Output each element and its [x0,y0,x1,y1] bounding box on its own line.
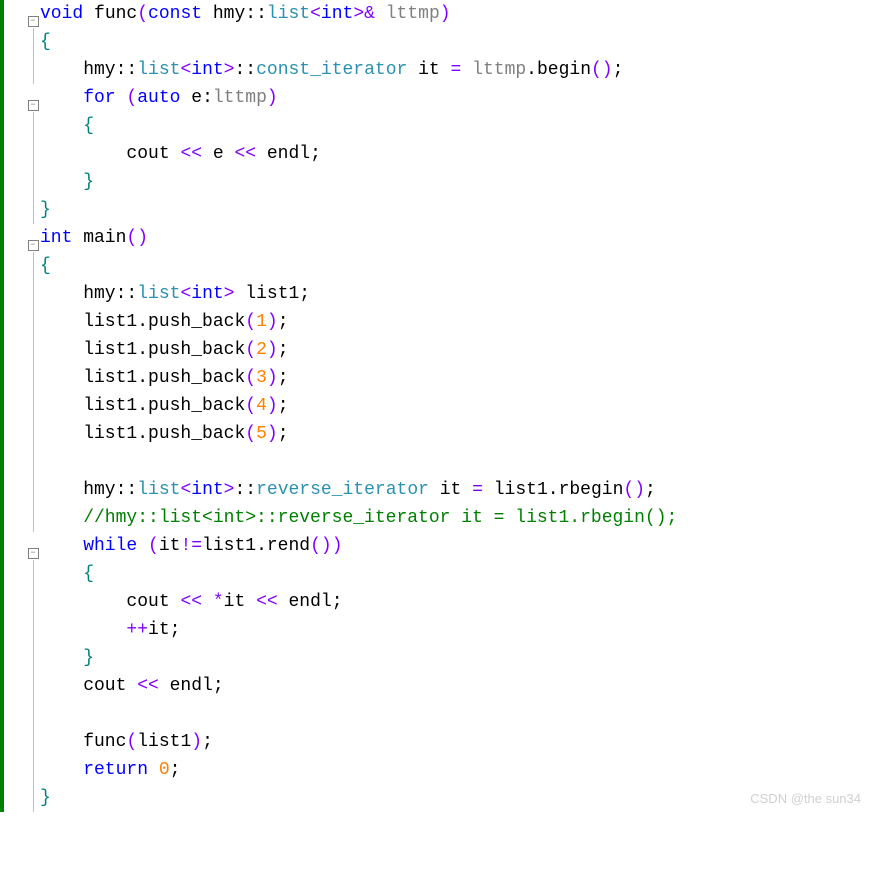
code-line[interactable]: hmy::list<int>::reverse_iterator it = li… [26,476,871,504]
code-line[interactable]: cout << e << endl; [26,140,871,168]
code-line[interactable]: list1.push_back(1); [26,308,871,336]
code-line[interactable]: { [26,112,871,140]
code-line[interactable]: ++it; [26,616,871,644]
code-line[interactable]: − while (it!=list1.rend()) [26,532,871,560]
fold-guide [33,56,34,84]
fold-guide [33,784,34,812]
fold-guide [33,448,34,476]
code-line[interactable]: hmy::list<int> list1; [26,280,871,308]
code-line[interactable]: cout << endl; [26,672,871,700]
code-line[interactable]: //hmy::list<int>::reverse_iterator it = … [26,504,871,532]
code-line[interactable]: } [26,168,871,196]
code-line[interactable]: list1.push_back(4); [26,392,871,420]
code-line[interactable]: } [26,644,871,672]
code-editor[interactable]: − void func(const hmy::list<int>& lttmp)… [0,0,871,812]
fold-guide [33,28,34,56]
fold-guide [33,364,34,392]
code-line[interactable]: cout << *it << endl; [26,588,871,616]
fold-guide [33,392,34,420]
fold-guide [33,616,34,644]
fold-guide [33,336,34,364]
code-line[interactable]: { [26,252,871,280]
fold-guide [33,476,34,504]
fold-toggle-icon[interactable]: − [28,548,39,559]
code-line[interactable] [26,448,871,476]
code-line[interactable]: } [26,784,871,812]
fold-guide [33,756,34,784]
code-line[interactable]: list1.push_back(3); [26,364,871,392]
code-line[interactable]: { [26,560,871,588]
watermark-text: CSDN @the sun34 [750,791,861,806]
fold-guide [33,672,34,700]
fold-guide [33,700,34,728]
comment: //hmy::list<int>::reverse_iterator it = … [40,508,677,528]
code-area[interactable]: − void func(const hmy::list<int>& lttmp)… [26,0,871,812]
code-line[interactable]: list1.push_back(5); [26,420,871,448]
code-line[interactable]: hmy::list<int>::const_iterator it = lttm… [26,56,871,84]
code-line[interactable]: return 0; [26,756,871,784]
fold-toggle-icon[interactable]: − [28,100,39,111]
fold-toggle-icon[interactable]: − [28,16,39,27]
code-line[interactable]: − for (auto e:lttmp) [26,84,871,112]
code-line[interactable]: { [26,28,871,56]
fold-guide [33,644,34,672]
fold-guide [33,112,34,140]
code-line[interactable]: − void func(const hmy::list<int>& lttmp) [26,0,871,28]
fold-guide [33,560,34,588]
fold-guide [33,252,34,280]
code-line[interactable]: list1.push_back(2); [26,336,871,364]
fold-guide [33,168,34,196]
fold-guide [33,308,34,336]
fold-guide [33,420,34,448]
code-line[interactable]: − int main() [26,224,871,252]
fold-guide [33,728,34,756]
fold-guide [33,280,34,308]
code-line[interactable]: func(list1); [26,728,871,756]
keyword: void [40,4,83,24]
fold-guide [33,196,34,224]
fold-guide [33,588,34,616]
code-line[interactable]: } [26,196,871,224]
fold-guide [33,140,34,168]
fold-guide [33,504,34,532]
code-line[interactable] [26,700,871,728]
gutter-margin [0,0,26,812]
fold-toggle-icon[interactable]: − [28,240,39,251]
